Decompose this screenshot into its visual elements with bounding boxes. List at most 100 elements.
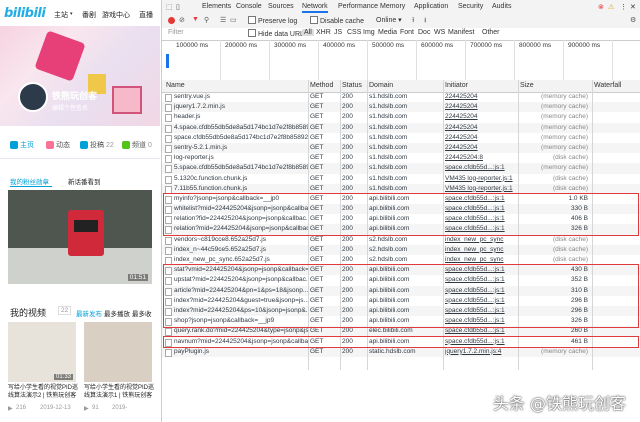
search-icon[interactable]: ⚲ bbox=[204, 16, 209, 24]
sort-newest[interactable]: 最新发布 bbox=[76, 308, 102, 318]
table-row[interactable]: 4.space.cfdb55db5de8a5d174bc1d7e2f8b8589… bbox=[162, 122, 640, 133]
cell-name: index_n~44c59ce5.652a25d7.js bbox=[174, 245, 266, 253]
inspect-icon[interactable]: ⬚ bbox=[166, 3, 173, 11]
warning-icon[interactable]: ⚠ bbox=[608, 3, 614, 11]
cell-domain: s1.hdslb.com bbox=[369, 103, 408, 111]
tab-network[interactable]: Network bbox=[302, 3, 328, 13]
video-card-thumbnail[interactable]: 01:33 bbox=[8, 322, 76, 382]
tab-performance[interactable]: Performance bbox=[338, 3, 378, 10]
view-list-icon[interactable]: ☰ bbox=[220, 16, 226, 24]
table-row[interactable]: jquery1.7.2.min.js GET 200 s1.hdslb.com 2244… bbox=[162, 102, 640, 113]
type-filter-media[interactable]: Media bbox=[378, 29, 397, 36]
col-waterfall[interactable]: Waterfall bbox=[594, 82, 621, 89]
cell-initiator[interactable]: space.cfdb55d...:js:1 bbox=[445, 163, 517, 173]
video-card-thumbnail[interactable] bbox=[84, 322, 152, 382]
table-row[interactable]: 5.1320c.function.chunk.js GET 200 s1.hdslb.… bbox=[162, 174, 640, 184]
cell-initiator[interactable]: VM435 log-reporter.js:1 bbox=[445, 174, 517, 184]
tab-home[interactable]: 主页 bbox=[10, 140, 34, 150]
type-filter-js[interactable]: JS bbox=[334, 29, 342, 36]
tab-dynamic[interactable]: 动态 bbox=[46, 140, 70, 150]
sort-most-played[interactable]: 最多播放 bbox=[104, 308, 130, 318]
tab-elements[interactable]: Elements bbox=[202, 3, 231, 10]
cell-initiator[interactable]: jquery1.7.2.min.js:4 bbox=[445, 347, 517, 357]
settings-icon[interactable]: ⚙ bbox=[630, 16, 636, 24]
subtab-anime[interactable]: 新话番看到 bbox=[68, 176, 101, 186]
table-row[interactable]: header.js GET 200 s1.hdslb.com 224425204 (mem… bbox=[162, 112, 640, 123]
tab-security[interactable]: Security bbox=[458, 3, 483, 10]
clear-icon[interactable]: ⊘ bbox=[179, 16, 185, 24]
video-title[interactable]: 写给小学生看的视觉PID巡线算法演示2 | 铁熊玩创客 bbox=[8, 384, 78, 400]
tab-sources[interactable]: Sources bbox=[268, 3, 294, 10]
col-method[interactable]: Method bbox=[310, 82, 333, 89]
nav-game-center[interactable]: 游戏中心 bbox=[102, 10, 130, 20]
hide-data-urls-checkbox[interactable]: Hide data URLs bbox=[248, 29, 307, 38]
video-title[interactable]: 写给小学生看的视觉PID巡线算法演示1 | 铁熊玩创客 bbox=[84, 384, 154, 400]
tab-channels[interactable]: 频道 0 bbox=[122, 140, 152, 150]
cell-initiator[interactable]: 224425204:8 bbox=[445, 153, 517, 163]
tab-memory[interactable]: Memory bbox=[380, 3, 405, 10]
col-domain[interactable]: Domain bbox=[369, 82, 393, 89]
timeline-gridline bbox=[269, 40, 270, 80]
throttle-select[interactable]: Online ▾ bbox=[376, 16, 402, 24]
export-icon[interactable]: ⭳ bbox=[424, 16, 426, 27]
filter-input[interactable]: Filter bbox=[168, 29, 184, 36]
record-icon[interactable] bbox=[168, 17, 175, 24]
type-filter-xhr[interactable]: XHR bbox=[316, 29, 331, 36]
device-toolbar-icon[interactable]: ▯ bbox=[176, 3, 180, 11]
col-size[interactable]: Size bbox=[520, 82, 534, 89]
tab-count: 22 bbox=[106, 141, 114, 149]
bilibili-logo[interactable]: bilibili bbox=[4, 6, 46, 21]
error-icon[interactable]: ⊗ bbox=[598, 3, 604, 11]
table-row[interactable]: 5.space.cfdb55db5de8a5d174bc1d7e2f8b8589… bbox=[162, 163, 640, 174]
type-filter-all[interactable]: All bbox=[302, 29, 314, 36]
table-row[interactable]: vendors~c819cce8.652a25d7.js GET 200 s2.hds… bbox=[162, 235, 640, 245]
table-row[interactable]: sentry-5.2.1.min.js GET 200 s1.hdslb.com 224… bbox=[162, 142, 640, 154]
featured-video-thumbnail[interactable]: 01:51 bbox=[8, 190, 152, 284]
cell-initiator[interactable]: index_new_pc_sync bbox=[445, 235, 517, 245]
cell-domain: s1.hdslb.com bbox=[369, 133, 408, 141]
preserve-log-checkbox[interactable]: Preserve log bbox=[248, 16, 297, 25]
col-name[interactable]: Name bbox=[166, 82, 185, 89]
subtab-fan-medal[interactable]: 我的粉丝勋章 bbox=[10, 176, 49, 186]
type-filter-css[interactable]: CSS bbox=[347, 29, 361, 36]
table-row[interactable]: space.cfdb55db5de8a5d174bc1d7e2f8b85892f… bbox=[162, 133, 640, 143]
file-icon bbox=[165, 94, 172, 102]
tab-console[interactable]: Console bbox=[236, 3, 262, 10]
cell-initiator[interactable]: 224425204 bbox=[445, 123, 517, 133]
table-row[interactable]: sentry.vue.js GET 200 s1.hdslb.com 224425204… bbox=[162, 92, 640, 102]
table-row[interactable]: index_n~44c59ce5.652a25d7.js GET 200 s2.hds… bbox=[162, 244, 640, 255]
type-filter-doc[interactable]: Doc bbox=[418, 29, 430, 36]
type-filter-manifest[interactable]: Manifest bbox=[448, 29, 474, 36]
type-filter-ws[interactable]: WS bbox=[434, 29, 445, 36]
tab-application[interactable]: Application bbox=[414, 3, 448, 10]
user-signature[interactable]: 编辑个性签名 bbox=[52, 103, 88, 112]
import-icon[interactable]: ⭱ bbox=[412, 16, 414, 27]
nav-main[interactable]: 主站 bbox=[54, 10, 68, 20]
table-row[interactable]: log-reporter.js GET 200 s1.hdslb.com 2244252… bbox=[162, 153, 640, 164]
sort-most-fav[interactable]: 最多收 bbox=[132, 308, 152, 318]
timeline-tick: 600000 ms bbox=[421, 42, 454, 49]
cell-initiator[interactable]: 224425204 bbox=[445, 112, 517, 122]
type-filter-font[interactable]: Font bbox=[400, 29, 414, 36]
filter-icon[interactable]: ▼ bbox=[192, 16, 199, 23]
more-icon[interactable]: ⋮ bbox=[620, 3, 627, 11]
nav-anime[interactable]: 番剧 bbox=[82, 10, 96, 20]
cell-initiator[interactable]: 224425204 bbox=[445, 143, 517, 153]
col-initiator[interactable]: Initiator bbox=[445, 82, 468, 89]
disable-cache-checkbox[interactable]: Disable cache bbox=[310, 16, 364, 25]
nav-live[interactable]: 直播 bbox=[139, 10, 153, 20]
timeline-overview[interactable]: 100000 ms 200000 ms 300000 ms 400000 ms 5000… bbox=[162, 40, 640, 81]
avatar[interactable] bbox=[18, 82, 48, 112]
table-row[interactable]: payPlugin.js GET 200 static.hdslb.com jquery… bbox=[162, 346, 640, 357]
cell-initiator[interactable]: 224425204 bbox=[445, 102, 517, 112]
cell-initiator[interactable]: index_new_pc_sync bbox=[445, 245, 517, 255]
tab-audits[interactable]: Audits bbox=[492, 3, 511, 10]
close-icon[interactable]: ✕ bbox=[630, 3, 636, 11]
screenshot-icon[interactable]: ▭ bbox=[230, 16, 237, 24]
cell-initiator[interactable]: 224425204 bbox=[445, 133, 517, 143]
cell-initiator[interactable]: 224425204 bbox=[445, 92, 517, 102]
tab-uploads[interactable]: 投稿 22 bbox=[80, 140, 114, 150]
type-filter-img[interactable]: Img bbox=[363, 29, 375, 36]
type-filter-other[interactable]: Other bbox=[482, 29, 500, 36]
col-status[interactable]: Status bbox=[342, 82, 362, 89]
